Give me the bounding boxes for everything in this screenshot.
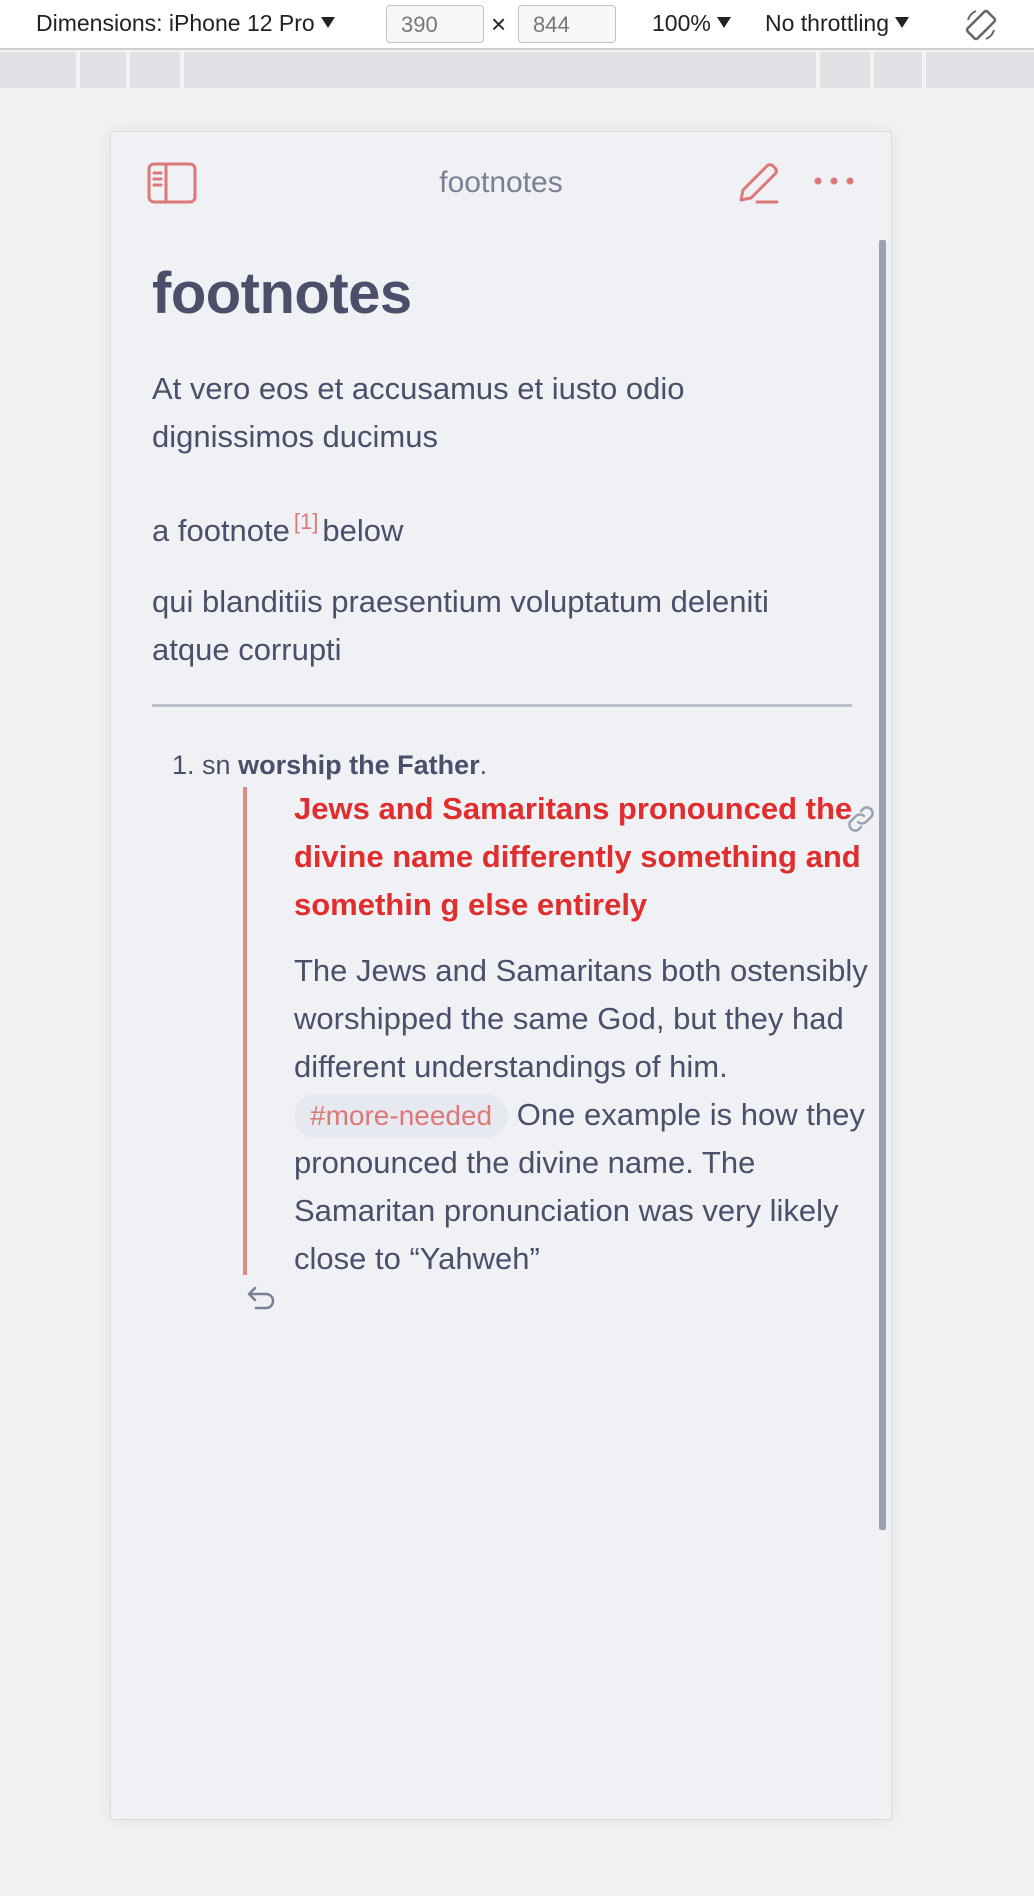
device-dimensions-dropdown[interactable]: Dimensions: iPhone 12 Pro: [36, 10, 335, 37]
ruler-divider: [180, 52, 184, 88]
callout-body-text: The Jews and Samaritans both ostensibly …: [294, 953, 868, 1084]
return-arrow-icon[interactable]: [242, 1282, 276, 1312]
footnote-reference-link[interactable]: [1]: [294, 509, 318, 534]
ruler-divider: [922, 52, 926, 88]
footnote-number: 1.: [172, 750, 195, 780]
callout-body: The Jews and Samaritans both ostensibly …: [294, 947, 891, 1283]
paragraph-text: a footnote: [152, 513, 290, 548]
paragraph: qui blanditiis praesentium voluptatum de…: [152, 584, 769, 667]
ruler-divider: [76, 52, 80, 88]
note-heading: footnotes: [152, 261, 412, 326]
phone-viewport: footnotes footnotes At vero eos et accus…: [110, 131, 892, 1820]
chevron-down-icon: [716, 17, 731, 28]
callout-title-text: Jews and Samaritans pronounced the divin…: [294, 791, 861, 922]
device-toolbar: Dimensions: iPhone 12 Pro 390 × 844 100%…: [0, 0, 1034, 50]
pencil-edit-icon[interactable]: [735, 160, 781, 206]
throttling-label: No throttling: [765, 10, 890, 36]
footnote-item-header: 1. sn worship the Father.: [172, 750, 487, 781]
callout-border: [243, 787, 247, 1275]
more-horizontal-icon[interactable]: [811, 166, 857, 196]
paragraph-with-footnote: a footnote [1] below: [152, 498, 852, 555]
ruler-divider: [870, 52, 874, 88]
paragraph-text: below: [322, 513, 404, 548]
ruler-divider: [126, 52, 130, 88]
width-input[interactable]: 390: [386, 5, 484, 43]
zoom-label: 100%: [652, 10, 711, 36]
ruler-divider: [816, 52, 820, 88]
zoom-dropdown[interactable]: 100%: [652, 10, 731, 37]
throttling-dropdown[interactable]: No throttling: [765, 10, 910, 37]
footnote-suffix: .: [479, 750, 488, 780]
height-input[interactable]: 844: [518, 5, 616, 43]
footnote-prefix: sn: [202, 750, 231, 780]
rotate-icon[interactable]: [962, 6, 1000, 44]
chevron-down-icon: [895, 17, 910, 28]
link-icon[interactable]: [842, 800, 880, 838]
device-dimensions-label: Dimensions: iPhone 12 Pro: [36, 10, 315, 36]
paragraph: At vero eos et accusamus et iusto odio d…: [152, 371, 685, 454]
app-header: footnotes: [111, 132, 891, 232]
callout-title: Jews and Samaritans pronounced the divin…: [294, 785, 891, 929]
footnotes-divider: [152, 704, 852, 707]
dimension-separator: ×: [491, 9, 507, 39]
footnote-bold-text: worship the Father: [238, 750, 480, 780]
chevron-down-icon: [320, 17, 335, 28]
tag-more-needed[interactable]: #more-needed: [294, 1094, 509, 1138]
media-query-ruler: [0, 52, 1034, 88]
